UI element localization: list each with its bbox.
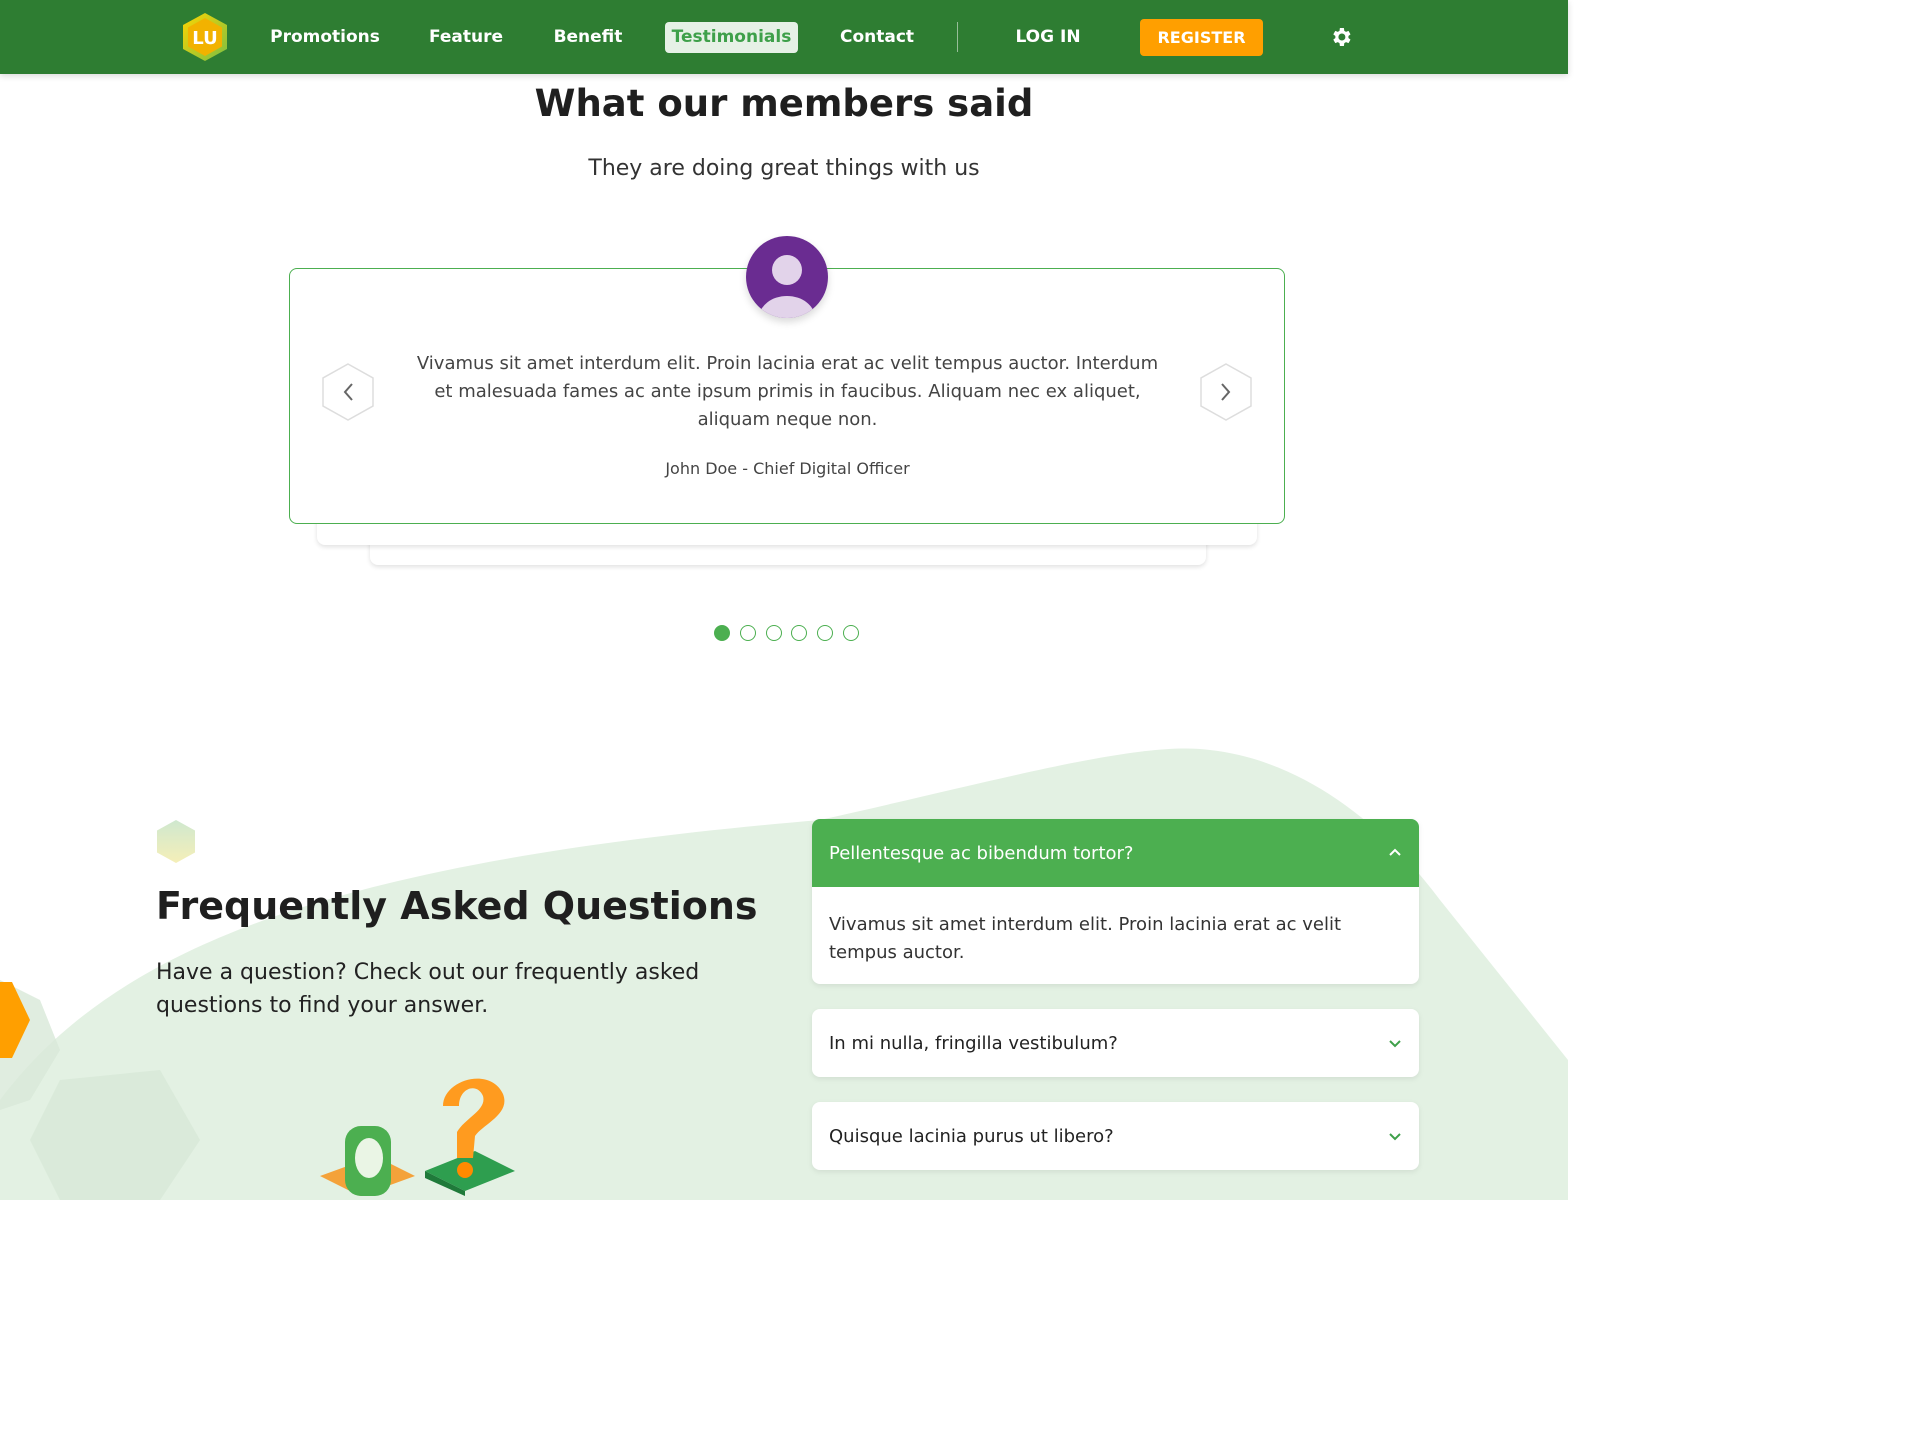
testimonials-subtitle: They are doing great things with us — [588, 156, 980, 181]
chevron-up-icon — [1389, 848, 1401, 856]
faq-question-3-label: Quisque lacinia purus ut libero? — [829, 1125, 1114, 1147]
logo-icon[interactable]: LU — [181, 12, 229, 62]
faq-answer-1: Vivamus sit amet interdum elit. Proin la… — [829, 914, 1342, 963]
faq-question-3[interactable]: Quisque lacinia purus ut libero? — [812, 1102, 1419, 1170]
faq-question-2[interactable]: In mi nulla, fringilla vestibulum? — [812, 1009, 1419, 1077]
gear-icon[interactable] — [1329, 25, 1353, 49]
nav-feature[interactable]: Feature — [420, 22, 512, 53]
nav-promotions[interactable]: Promotions — [264, 22, 386, 53]
svg-text:LU: LU — [192, 28, 217, 49]
login-link[interactable]: LOG IN — [1004, 22, 1092, 53]
faq-title: Frequently Asked Questions — [156, 884, 758, 928]
hexagon-decoration — [0, 982, 30, 1058]
slider-dot[interactable] — [740, 625, 756, 641]
avatar — [746, 236, 828, 318]
faq-question-1-label: Pellentesque ac bibendum tortor? — [829, 842, 1134, 864]
slider-dot[interactable] — [714, 625, 730, 641]
chevron-down-icon — [1389, 1040, 1401, 1048]
prev-slide-button[interactable] — [321, 362, 375, 422]
faq-question-1[interactable]: Pellentesque ac bibendum tortor? — [812, 819, 1419, 887]
question-illustration — [320, 1078, 515, 1196]
next-slide-button[interactable] — [1199, 362, 1253, 422]
top-navbar: LU Promotions Feature Benefit Testimonia… — [0, 0, 1568, 74]
hexagon-icon — [157, 820, 195, 863]
faq-description: Have a question? Check out our frequentl… — [156, 960, 700, 1018]
faq-question-2-label: In mi nulla, fringilla vestibulum? — [829, 1032, 1118, 1054]
faq-item-2: In mi nulla, fringilla vestibulum? — [812, 1009, 1419, 1077]
faq-item-3: Quisque lacinia purus ut libero? — [812, 1102, 1419, 1170]
testimonial-quote: Vivamus sit amet interdum elit. Proin la… — [416, 353, 1159, 430]
nav-divider — [957, 22, 958, 52]
slider-dot[interactable] — [817, 625, 833, 641]
slider-dot[interactable] — [766, 625, 782, 641]
slider-dot[interactable] — [791, 625, 807, 641]
nav-testimonials[interactable]: Testimonials — [665, 22, 798, 53]
faq-item-1: Pellentesque ac bibendum tortor? Vivamus… — [812, 819, 1419, 984]
nav-contact[interactable]: Contact — [832, 22, 922, 53]
register-button[interactable]: REGISTER — [1140, 19, 1263, 56]
user-icon — [746, 236, 828, 318]
testimonial-author: John Doe - Chief Digital Officer — [665, 459, 910, 478]
nav-benefit[interactable]: Benefit — [545, 22, 631, 53]
slider-dot[interactable] — [843, 625, 859, 641]
testimonials-title: What our members said — [534, 82, 1034, 125]
chevron-down-icon — [1389, 1133, 1401, 1141]
